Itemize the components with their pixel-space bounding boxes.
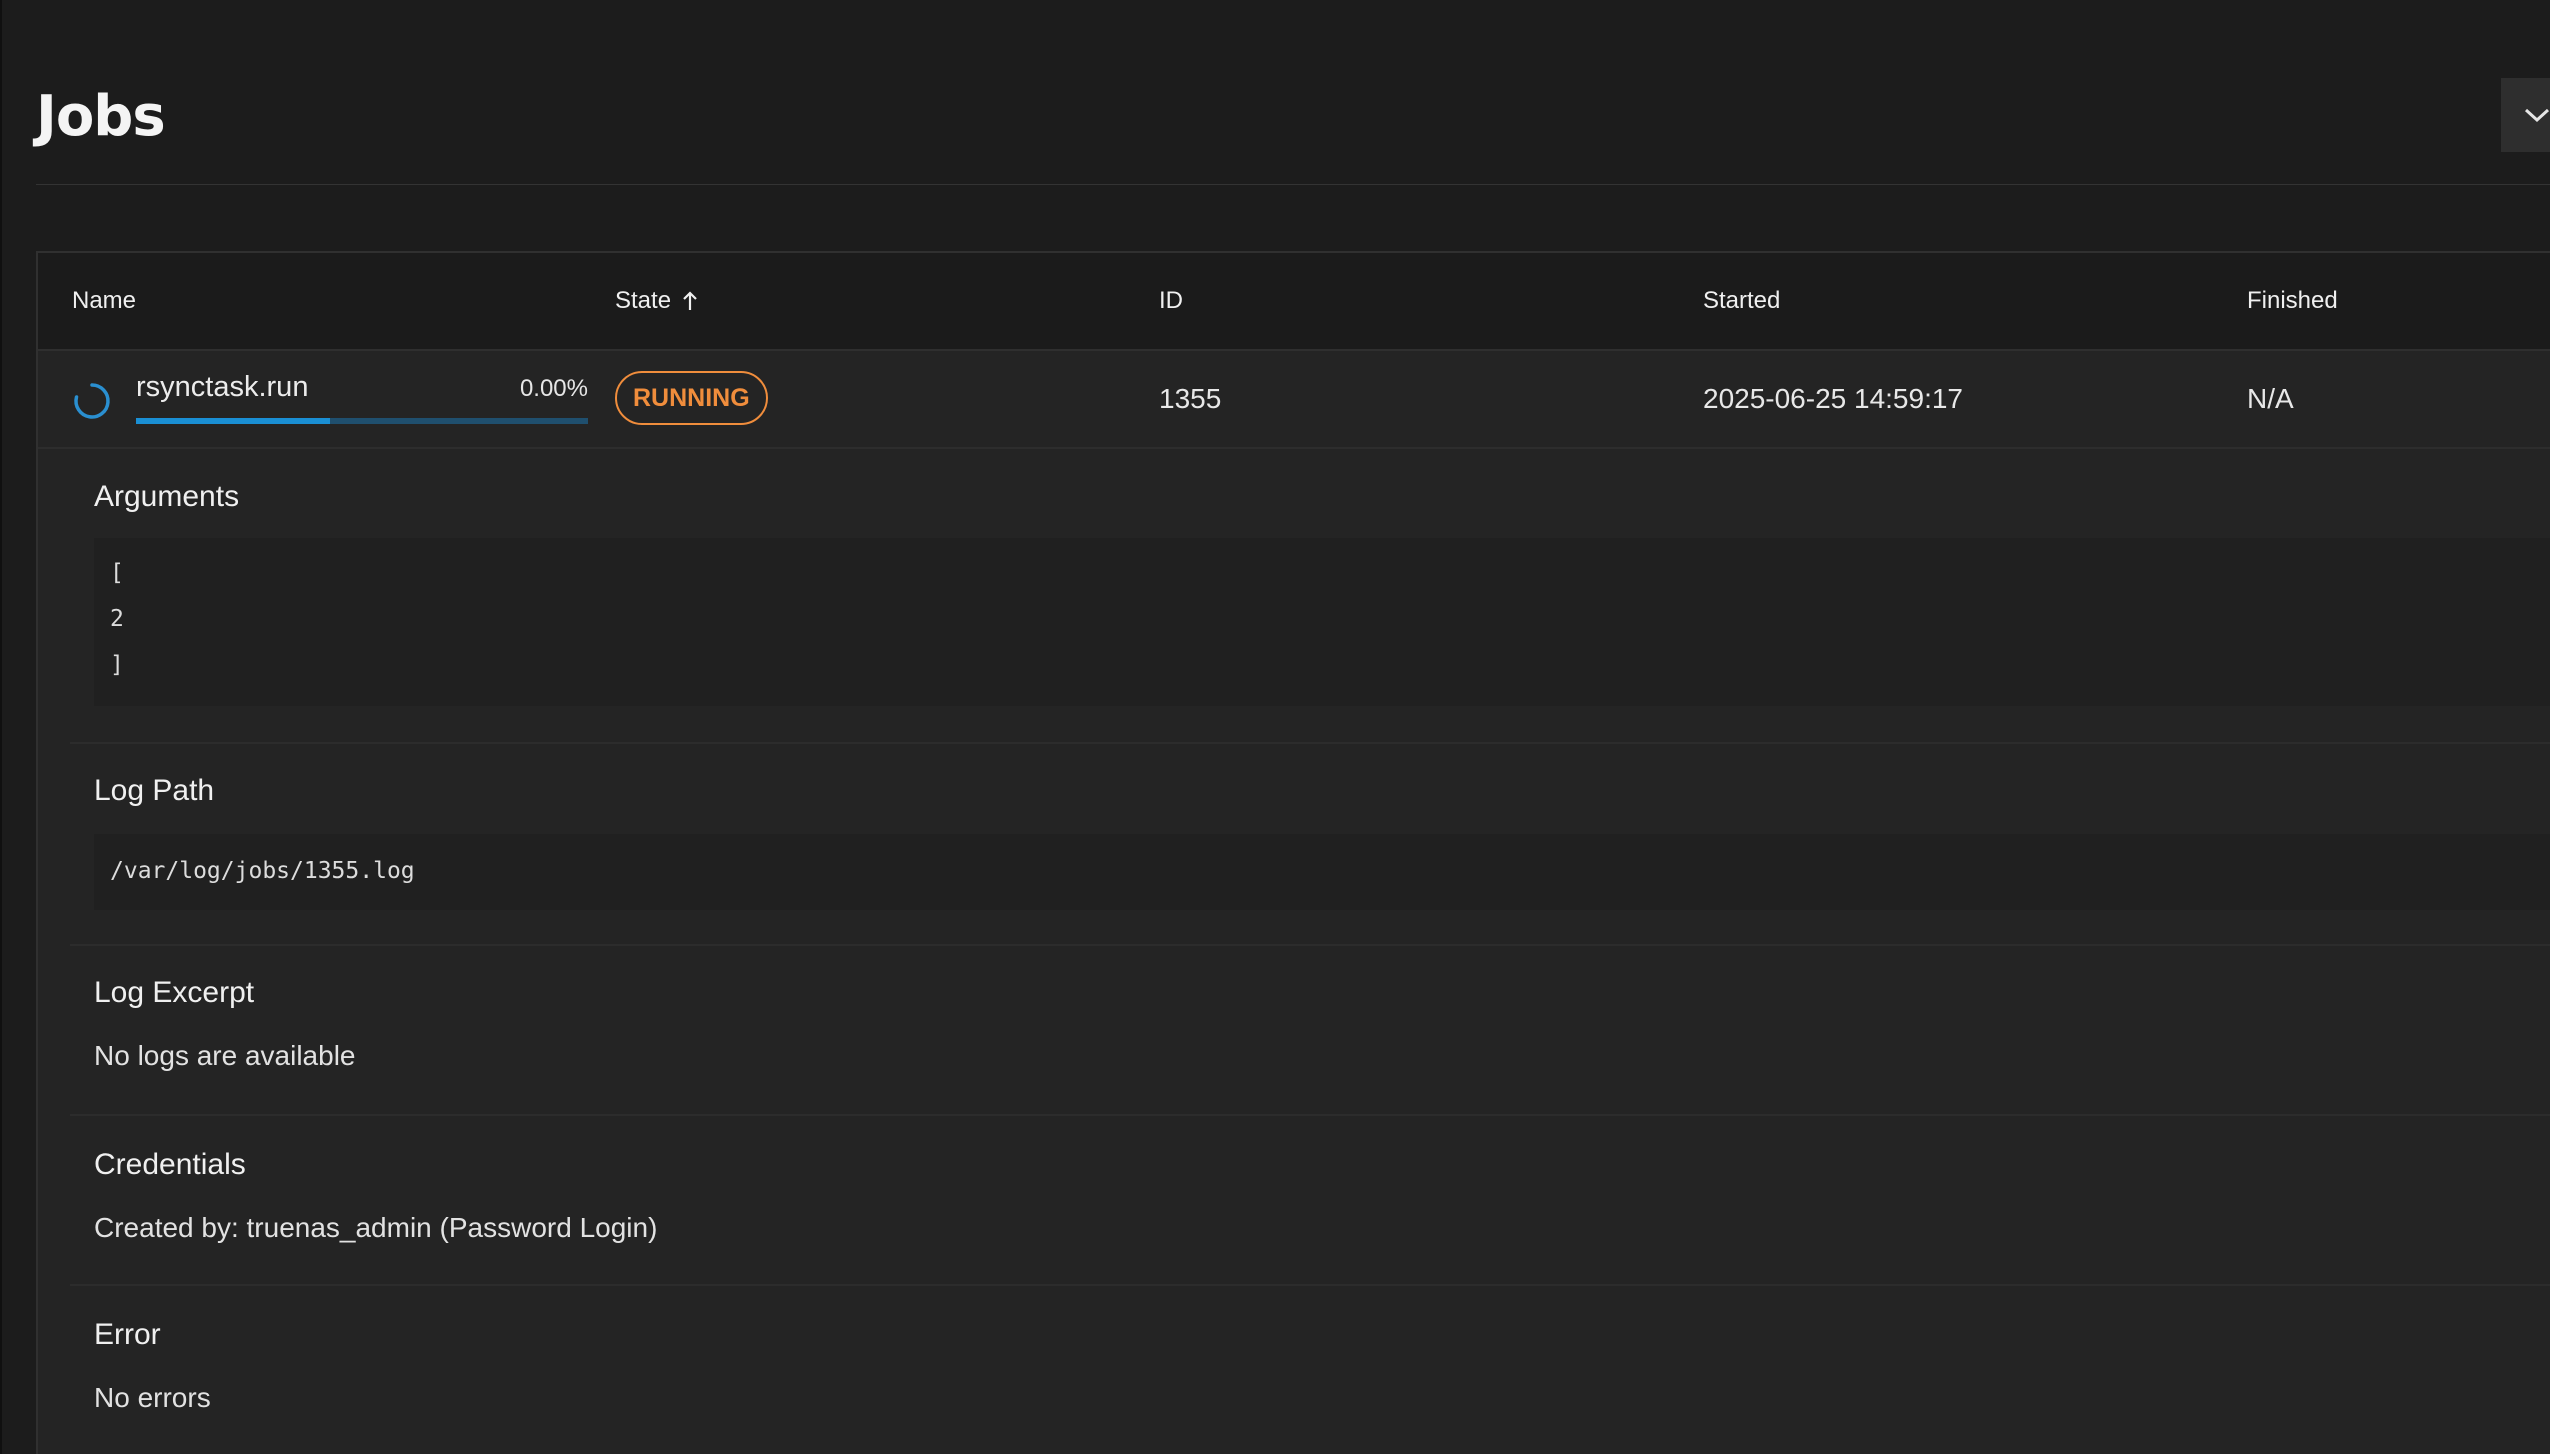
log-path-section: Log Path /var/log/jobs/1355.log: [70, 744, 2550, 946]
error-value: No errors: [94, 1382, 211, 1413]
log-excerpt-value: No logs are available: [94, 1040, 356, 1071]
table-header: Name State ID Started Finished: [38, 253, 2550, 351]
job-progress-fill: [136, 418, 331, 424]
code-line: ]: [110, 652, 124, 678]
column-header-finished[interactable]: Finished: [2247, 253, 2338, 349]
expand-toggle-button[interactable]: [2501, 78, 2550, 152]
job-finished-value: N/A: [2247, 383, 2294, 414]
arguments-title: Arguments: [94, 480, 240, 513]
arrow-up-icon: [681, 290, 699, 312]
log-path-title: Log Path: [94, 774, 215, 807]
column-header-label: State: [615, 287, 672, 314]
log-excerpt-section: Log Excerpt No logs are available: [70, 946, 2550, 1116]
header-divider: [36, 184, 2550, 185]
column-header-label: Started: [1703, 287, 1781, 314]
column-header-label: ID: [1159, 287, 1183, 314]
jobs-page: Jobs Name State ID Started Finished rsyn…: [0, 0, 2550, 1454]
job-id: 1355: [1159, 351, 1221, 447]
error-section: Error No errors: [70, 1286, 2550, 1454]
table-row[interactable]: rsynctask.run 0.00% RUNNING 1355 2025-06…: [38, 351, 2550, 449]
credentials-title: Credentials: [94, 1148, 246, 1181]
column-header-label: Name: [72, 287, 137, 314]
arguments-section-body: Arguments [ 2 ]: [70, 448, 2550, 744]
left-edge-divider: [0, 0, 2, 1454]
log-excerpt-title: Log Excerpt: [94, 976, 255, 1009]
log-path-code-block: /var/log/jobs/1355.log: [94, 834, 2550, 910]
job-progress-bar: [136, 418, 588, 424]
status-badge-label: RUNNING: [633, 383, 750, 412]
job-name: rsynctask.run: [136, 371, 309, 403]
column-header-state[interactable]: State: [615, 253, 699, 349]
job-finished: N/A: [2247, 351, 2294, 447]
credentials-section: Credentials Created by: truenas_admin (P…: [70, 1116, 2550, 1286]
error-title: Error: [94, 1318, 161, 1351]
status-badge: RUNNING: [615, 371, 768, 425]
log-path-value: /var/log/jobs/1355.log: [110, 858, 415, 884]
code-line: [: [110, 560, 124, 586]
code-line: 2: [110, 606, 124, 632]
page-title: Jobs: [36, 84, 166, 149]
job-started-value: 2025-06-25 14:59:17: [1703, 383, 1963, 414]
spinner-icon: [74, 383, 110, 419]
column-header-label: Finished: [2247, 287, 2338, 314]
job-progress-percent: 0.00%: [519, 375, 588, 402]
column-header-id[interactable]: ID: [1159, 253, 1183, 349]
chevron-down-icon: [2524, 108, 2550, 123]
arguments-code-block: [ 2 ]: [94, 538, 2550, 706]
column-header-started[interactable]: Started: [1703, 253, 1780, 349]
column-header-name[interactable]: Name: [72, 253, 136, 349]
job-started: 2025-06-25 14:59:17: [1703, 351, 1963, 447]
credentials-value: Created by: truenas_admin (Password Logi…: [94, 1212, 658, 1243]
job-id-value: 1355: [1159, 383, 1222, 414]
